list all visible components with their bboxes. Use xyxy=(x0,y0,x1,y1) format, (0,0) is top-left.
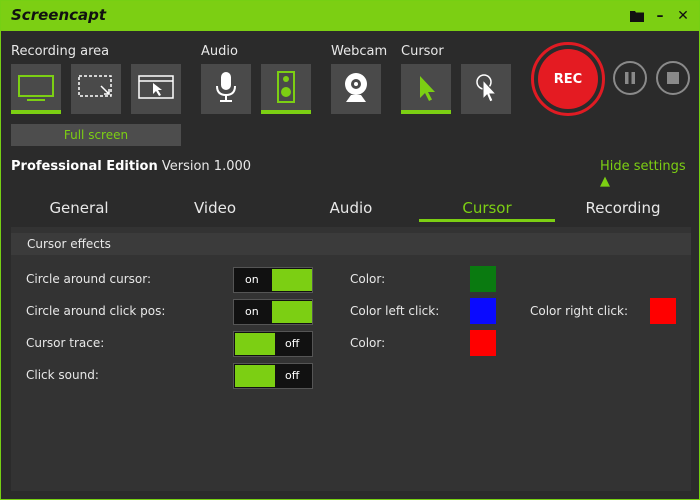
tab-general[interactable]: General xyxy=(11,194,147,222)
toggle-knob xyxy=(235,333,275,355)
color-label-right-click: Color right click: xyxy=(530,304,629,318)
record-button[interactable]: REC xyxy=(531,42,605,116)
toggle-knob xyxy=(235,365,275,387)
microphone-button[interactable] xyxy=(201,64,251,114)
toggle-state: off xyxy=(285,369,300,382)
tab-audio[interactable]: Audio xyxy=(283,194,419,222)
webcam-icon xyxy=(345,73,367,102)
toggle-cursor-trace[interactable]: off xyxy=(233,331,313,357)
toggle-state: on xyxy=(245,273,259,286)
stop-icon xyxy=(667,72,679,84)
webcam-button[interactable] xyxy=(331,64,381,114)
edition-info: Professional Edition Version 1.000 xyxy=(11,159,251,174)
cursor-arrow-button[interactable] xyxy=(401,64,451,114)
toggle-circle-click[interactable]: on xyxy=(233,299,313,325)
toggle-knob xyxy=(272,269,312,291)
hide-settings-link[interactable]: Hide settings ▲ xyxy=(600,159,699,189)
window-icon xyxy=(138,75,174,99)
toggle-click-sound[interactable]: off xyxy=(233,363,313,389)
title-bar[interactable]: Screencapt – ✕ xyxy=(1,1,699,31)
pause-icon xyxy=(625,72,635,84)
app-title: Screencapt xyxy=(11,6,107,24)
region-icon xyxy=(78,75,112,97)
cursor-label: Cursor xyxy=(401,44,444,59)
row-label-cursor-trace: Cursor trace: xyxy=(26,336,105,350)
pause-button[interactable] xyxy=(613,61,647,95)
color-label-left-click: Color left click: xyxy=(350,304,440,318)
window-mode-button[interactable] xyxy=(131,64,181,114)
app-window: Screencapt – ✕ Recording area Audio Webc… xyxy=(0,0,700,500)
toggle-state: off xyxy=(285,337,300,350)
cursor-click-button[interactable] xyxy=(461,64,511,114)
color-swatch-cursor[interactable] xyxy=(470,266,496,292)
region-mode-button[interactable] xyxy=(71,64,121,114)
close-button[interactable]: ✕ xyxy=(674,7,692,25)
minimize-button[interactable]: – xyxy=(651,7,669,25)
tab-cursor[interactable]: Cursor xyxy=(419,194,555,222)
microphone-icon xyxy=(216,72,236,102)
toggle-circle-cursor[interactable]: on xyxy=(233,267,313,293)
color-swatch-left-click[interactable] xyxy=(470,298,496,324)
toggle-knob xyxy=(272,301,312,323)
rec-label: REC xyxy=(538,49,598,109)
cursor-click-icon xyxy=(476,74,498,103)
speaker-icon xyxy=(277,71,295,103)
cursor-arrow-icon xyxy=(420,76,435,101)
stop-button[interactable] xyxy=(656,61,690,95)
tab-recording[interactable]: Recording xyxy=(555,194,691,222)
speaker-button[interactable] xyxy=(261,64,311,114)
folder-icon[interactable] xyxy=(628,7,646,25)
monitor-icon xyxy=(18,75,54,101)
color-label-cursor: Color: xyxy=(350,272,386,286)
row-label-circle-click: Circle around click pos: xyxy=(26,304,166,318)
toggle-state: on xyxy=(245,305,259,318)
settings-tabs: General Video Audio Cursor Recording xyxy=(11,194,691,222)
fullscreen-mode-button[interactable] xyxy=(11,64,61,114)
edition-name: Professional Edition xyxy=(11,159,158,174)
color-swatch-right-click[interactable] xyxy=(650,298,676,324)
audio-label: Audio xyxy=(201,44,238,59)
row-label-click-sound: Click sound: xyxy=(26,368,99,382)
cursor-settings-panel: Cursor effects Circle around cursor: on … xyxy=(11,227,691,491)
version-text: Version 1.000 xyxy=(161,159,252,174)
row-label-circle-cursor: Circle around cursor: xyxy=(26,272,152,286)
color-label-trace: Color: xyxy=(350,336,386,350)
webcam-label: Webcam xyxy=(331,44,388,59)
color-swatch-trace[interactable] xyxy=(470,330,496,356)
tab-video[interactable]: Video xyxy=(147,194,283,222)
recording-area-label: Recording area xyxy=(11,44,110,59)
panel-title: Cursor effects xyxy=(11,233,691,255)
fullscreen-label[interactable]: Full screen xyxy=(11,124,181,146)
